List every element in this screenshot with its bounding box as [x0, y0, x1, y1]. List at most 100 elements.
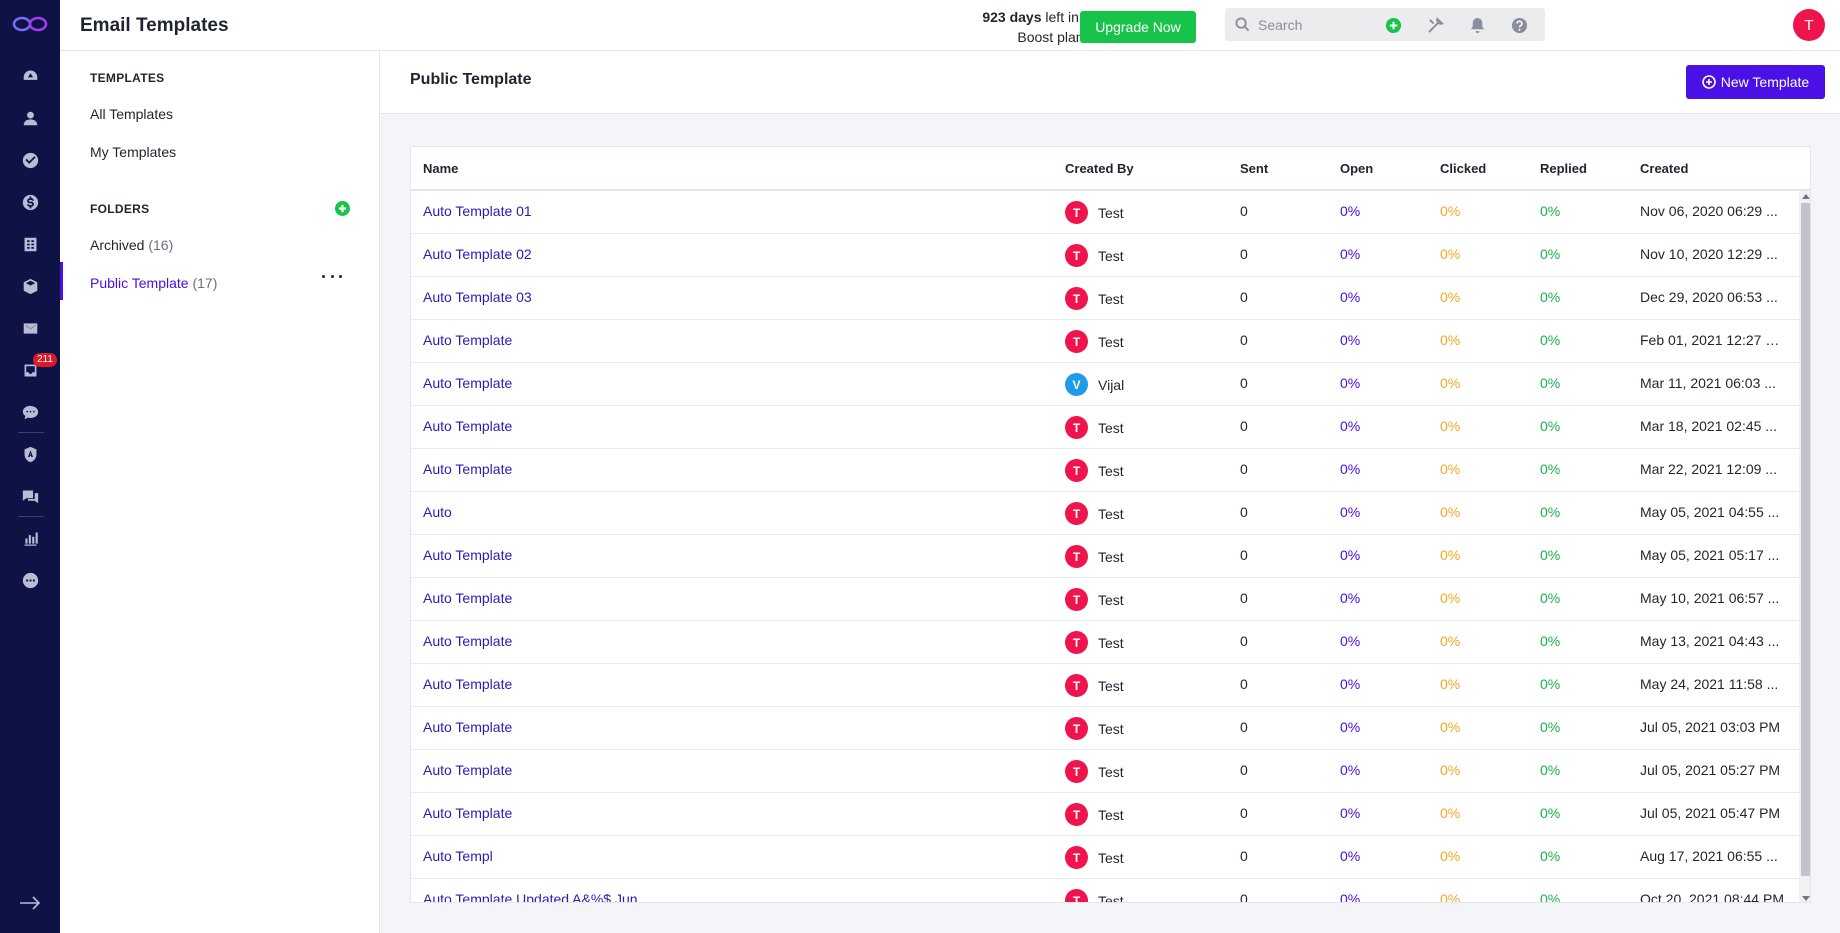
clicked-rate: 0% — [1440, 203, 1461, 219]
template-name-link[interactable]: Auto Template — [423, 590, 512, 606]
scroll-up-icon[interactable] — [1802, 194, 1810, 199]
email-icon[interactable] — [19, 317, 41, 339]
messages-icon[interactable] — [19, 485, 41, 507]
folder-label: Archived — [90, 237, 145, 253]
sent-count: 0 — [1240, 590, 1248, 606]
help-icon[interactable] — [1509, 15, 1529, 35]
sidebar-item-my-templates[interactable]: My Templates — [90, 144, 176, 160]
table-row[interactable]: Auto Template V Vijal 0 0% 0% 0% Mar 11, 2021 0… — [411, 363, 1799, 406]
automation-icon[interactable] — [19, 443, 41, 465]
created-by: T Test — [1065, 889, 1124, 903]
open-rate: 0% — [1340, 762, 1361, 778]
template-name-link[interactable]: Auto Template — [423, 418, 512, 434]
creator-avatar: T — [1065, 889, 1088, 902]
dashboard-icon[interactable] — [19, 65, 41, 87]
inbox-badge: 211 — [33, 353, 57, 367]
created-date: May 05, 2021 05:17 ... — [1640, 547, 1780, 563]
table-row[interactable]: Auto Template T Test 0 0% 0% 0% Feb 01, 2021 12… — [411, 320, 1799, 363]
sidebar-item-all-templates[interactable]: All Templates — [90, 106, 173, 122]
table-row[interactable]: Auto Template T Test 0 0% 0% 0% Mar 22, 2021 12… — [411, 449, 1799, 492]
column-header-replied[interactable]: Replied — [1540, 161, 1587, 176]
creator-name: Test — [1098, 806, 1124, 823]
table-row[interactable]: Auto Template 02 T Test 0 0% 0% 0% Nov 10, 2020… — [411, 234, 1799, 277]
folder-item-public-template[interactable]: Public Template (17) — [90, 275, 217, 291]
column-header-name[interactable]: Name — [423, 161, 458, 176]
created-date: Mar 11, 2021 06:03 ... — [1640, 375, 1776, 391]
table-row[interactable]: Auto Template 01 T Test 0 0% 0% 0% Nov 06, 2020… — [411, 191, 1799, 234]
folders-heading: FOLDERS — [90, 202, 150, 216]
chat-icon[interactable] — [19, 401, 41, 423]
creator-avatar: T — [1065, 803, 1088, 826]
column-header-created-by[interactable]: Created By — [1065, 161, 1134, 176]
reports-icon[interactable] — [19, 527, 41, 549]
column-header-open[interactable]: Open — [1340, 161, 1373, 176]
more-icon[interactable] — [19, 569, 41, 591]
creator-name: Test — [1098, 677, 1124, 694]
template-name-link[interactable]: Auto Template — [423, 805, 512, 821]
template-name-link[interactable]: Auto Template 01 — [423, 203, 532, 219]
template-name-link[interactable]: Auto Templ — [423, 848, 493, 864]
creator-avatar: T — [1065, 502, 1088, 525]
template-name-link[interactable]: Auto — [423, 504, 452, 520]
created-by: V Vijal — [1065, 373, 1124, 396]
products-icon[interactable] — [19, 275, 41, 297]
table-row[interactable]: Auto Template T Test 0 0% 0% 0% May 05, 2021 05… — [411, 535, 1799, 578]
sent-count: 0 — [1240, 891, 1248, 903]
tools-icon[interactable] — [1425, 15, 1445, 35]
deals-icon[interactable] — [19, 191, 41, 213]
replied-rate: 0% — [1540, 590, 1561, 606]
template-name-link[interactable]: Auto Template — [423, 332, 512, 348]
table-row[interactable]: Auto Template T Test 0 0% 0% 0% May 24, 2021 11… — [411, 664, 1799, 707]
add-folder-button[interactable] — [335, 201, 350, 216]
template-name-link[interactable]: Auto Template — [423, 719, 512, 735]
table-row[interactable]: Auto Template T Test 0 0% 0% 0% Jul 05, 2021 05… — [411, 750, 1799, 793]
expand-rail-icon[interactable] — [18, 893, 42, 913]
scroll-down-icon[interactable] — [1802, 896, 1810, 901]
creator-name: Test — [1098, 849, 1124, 866]
add-icon[interactable] — [1383, 15, 1403, 35]
column-header-clicked[interactable]: Clicked — [1440, 161, 1486, 176]
column-header-sent[interactable]: Sent — [1240, 161, 1268, 176]
template-name-link[interactable]: Auto Template — [423, 461, 512, 477]
creator-name: Test — [1098, 892, 1124, 903]
template-name-link[interactable]: Auto Template Updated A&%$ Jun — [423, 891, 638, 902]
created-date: Jul 05, 2021 03:03 PM — [1640, 719, 1781, 735]
table-row[interactable]: Auto Template T Test 0 0% 0% 0% Jul 05, 2021 03… — [411, 707, 1799, 750]
logo-icon[interactable] — [12, 14, 48, 34]
accounts-icon[interactable] — [19, 233, 41, 255]
table-scrollbar[interactable] — [1799, 191, 1810, 902]
template-name-link[interactable]: Auto Template — [423, 375, 512, 391]
template-name-link[interactable]: Auto Template — [423, 547, 512, 563]
table-row[interactable]: Auto Template Updated A&%$ Jun T Test 0 0% 0%… — [411, 879, 1799, 903]
upgrade-now-button[interactable]: Upgrade Now — [1080, 11, 1196, 43]
replied-rate: 0% — [1540, 762, 1561, 778]
column-header-created[interactable]: Created — [1640, 161, 1688, 176]
bell-icon[interactable] — [1467, 15, 1487, 35]
contacts-icon[interactable] — [19, 107, 41, 129]
tasks-icon[interactable] — [19, 149, 41, 171]
folder-item-archived[interactable]: Archived (16) — [90, 237, 173, 253]
open-rate: 0% — [1340, 289, 1361, 305]
table-row[interactable]: Auto Template T Test 0 0% 0% 0% Mar 18, 2021 02… — [411, 406, 1799, 449]
top-bar: Email Templates 923 days left in your Bo… — [60, 0, 1840, 51]
template-name-link[interactable]: Auto Template — [423, 676, 512, 692]
table-row[interactable]: Auto Template T Test 0 0% 0% 0% May 10, 2021 06… — [411, 578, 1799, 621]
replied-rate: 0% — [1540, 633, 1561, 649]
template-name-link[interactable]: Auto Template 03 — [423, 289, 532, 305]
template-name-link[interactable]: Auto Template 02 — [423, 246, 532, 262]
new-template-button[interactable]: New Template — [1686, 65, 1825, 99]
table-row[interactable]: Auto Template T Test 0 0% 0% 0% Jul 05, 2021 05… — [411, 793, 1799, 836]
folder-more-options-icon[interactable] — [322, 271, 342, 281]
clicked-rate: 0% — [1440, 547, 1461, 563]
replied-rate: 0% — [1540, 805, 1561, 821]
table-row[interactable]: Auto T Test 0 0% 0% 0% May 05, 2021 04:55 ... — [411, 492, 1799, 535]
table-row[interactable]: Auto Template 03 T Test 0 0% 0% 0% Dec 29, 2020… — [411, 277, 1799, 320]
app-title: Email Templates — [80, 15, 229, 36]
template-name-link[interactable]: Auto Template — [423, 633, 512, 649]
scroll-thumb[interactable] — [1801, 203, 1810, 876]
template-name-link[interactable]: Auto Template — [423, 762, 512, 778]
creator-avatar: T — [1065, 760, 1088, 783]
user-avatar[interactable]: T — [1793, 9, 1825, 41]
table-row[interactable]: Auto Templ T Test 0 0% 0% 0% Aug 17, 2021 06:55… — [411, 836, 1799, 879]
table-row[interactable]: Auto Template T Test 0 0% 0% 0% May 13, 2021 04… — [411, 621, 1799, 664]
